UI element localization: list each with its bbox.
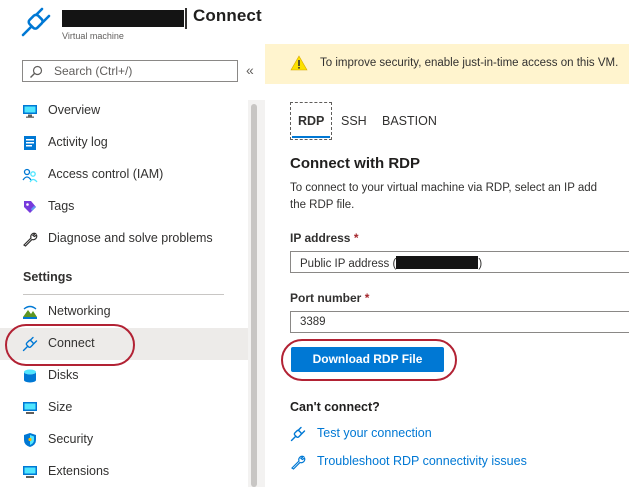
ip-address-label: IP address *	[290, 231, 359, 245]
settings-section-title: Settings	[23, 270, 73, 284]
tab-ssh[interactable]: SSH	[341, 114, 367, 128]
link-label[interactable]: Test your connection	[317, 426, 432, 440]
port-number-input[interactable]: 3389	[290, 311, 629, 333]
ip-address-value-prefix: Public IP address (	[300, 258, 397, 270]
ip-address-value-suffix: )	[478, 258, 483, 270]
highlight-annotation	[281, 339, 457, 381]
tag-icon	[24, 201, 36, 213]
sidebar-item-label: Access control (IAM)	[48, 167, 164, 181]
redacted-ip	[396, 256, 479, 269]
sidebar-item-label: Diagnose and solve problems	[48, 231, 213, 245]
sidebar: Search (Ctrl+/) « Overview Activity log …	[0, 44, 265, 487]
cant-connect-heading: Can't connect?	[290, 400, 380, 414]
sidebar-scrollbar-thumb[interactable]	[251, 104, 257, 487]
size-icon	[23, 402, 37, 414]
sidebar-item-label: Tags	[48, 199, 75, 213]
plug-icon	[290, 426, 306, 442]
network-icon	[23, 305, 37, 319]
sidebar-item-label: Disks	[48, 368, 79, 382]
sidebar-item-label: Activity log	[48, 135, 108, 149]
required-marker: *	[364, 291, 370, 305]
jit-warning-banner[interactable]: To improve security, enable just-in-time…	[265, 44, 629, 84]
section-description: To connect to your virtual machine via R…	[290, 180, 629, 214]
description-line: To connect to your virtual machine via R…	[290, 182, 598, 194]
search-placeholder: Search (Ctrl+/)	[54, 64, 133, 78]
ip-address-value: Public IP address ()	[300, 256, 482, 270]
title-separator	[185, 8, 187, 29]
main-content: To improve security, enable just-in-time…	[265, 44, 629, 487]
sidebar-item-tags[interactable]: Tags	[0, 191, 248, 223]
sidebar-item-access-control[interactable]: Access control (IAM)	[0, 159, 248, 191]
link-label[interactable]: Troubleshoot RDP connectivity issues	[317, 454, 527, 468]
troubleshoot-link[interactable]: Troubleshoot RDP connectivity issues	[290, 453, 590, 471]
page-header: Connect Virtual machine	[0, 0, 629, 44]
disk-icon	[24, 369, 36, 383]
wrench-icon	[291, 455, 306, 470]
ip-address-select[interactable]: Public IP address ()	[290, 251, 629, 273]
shield-icon	[24, 433, 36, 447]
required-marker: *	[353, 231, 359, 245]
users-icon	[22, 168, 38, 183]
warning-text: To improve security, enable just-in-time…	[320, 57, 619, 69]
sidebar-item-security[interactable]: Security	[0, 424, 248, 456]
sidebar-item-activity-log[interactable]: Activity log	[0, 127, 248, 159]
redacted-vm-name	[62, 10, 184, 27]
port-number-label: Port number *	[290, 291, 369, 305]
collapse-sidebar-icon[interactable]: «	[246, 62, 254, 78]
section-divider	[23, 294, 224, 295]
port-number-value: 3389	[300, 316, 326, 328]
sidebar-item-label: Extensions	[48, 464, 110, 478]
page-title: Connect	[193, 6, 262, 25]
description-line: the RDP file.	[290, 199, 355, 211]
tab-rdp-underline	[292, 136, 330, 138]
sidebar-item-size[interactable]: Size	[0, 392, 248, 424]
section-heading: Connect with RDP	[290, 155, 420, 172]
test-connection-link[interactable]: Test your connection	[290, 425, 490, 443]
sidebar-item-diagnose[interactable]: Diagnose and solve problems	[0, 223, 248, 255]
ip-address-label-text: IP address	[290, 231, 351, 245]
port-number-label-text: Port number	[290, 291, 362, 305]
warning-icon	[290, 55, 308, 71]
sidebar-item-label: Overview	[48, 103, 101, 117]
monitor-icon	[23, 105, 37, 118]
sidebar-item-extensions[interactable]: Extensions	[0, 456, 248, 488]
search-input[interactable]: Search (Ctrl+/)	[22, 60, 238, 82]
sidebar-item-label: Security	[48, 432, 94, 446]
search-icon	[30, 65, 43, 78]
tab-bastion[interactable]: BASTION	[382, 114, 437, 128]
sidebar-item-overview[interactable]: Overview	[0, 95, 248, 127]
plug-icon	[21, 7, 51, 37]
tab-rdp[interactable]: RDP	[298, 114, 324, 128]
wrench-icon	[23, 232, 38, 247]
sidebar-item-label: Size	[48, 400, 73, 414]
activity-log-icon	[24, 136, 36, 150]
extensions-icon	[23, 466, 37, 478]
sidebar-item-label: Networking	[48, 304, 111, 318]
highlight-annotation	[5, 324, 135, 366]
page-subtitle: Virtual machine	[62, 31, 124, 41]
